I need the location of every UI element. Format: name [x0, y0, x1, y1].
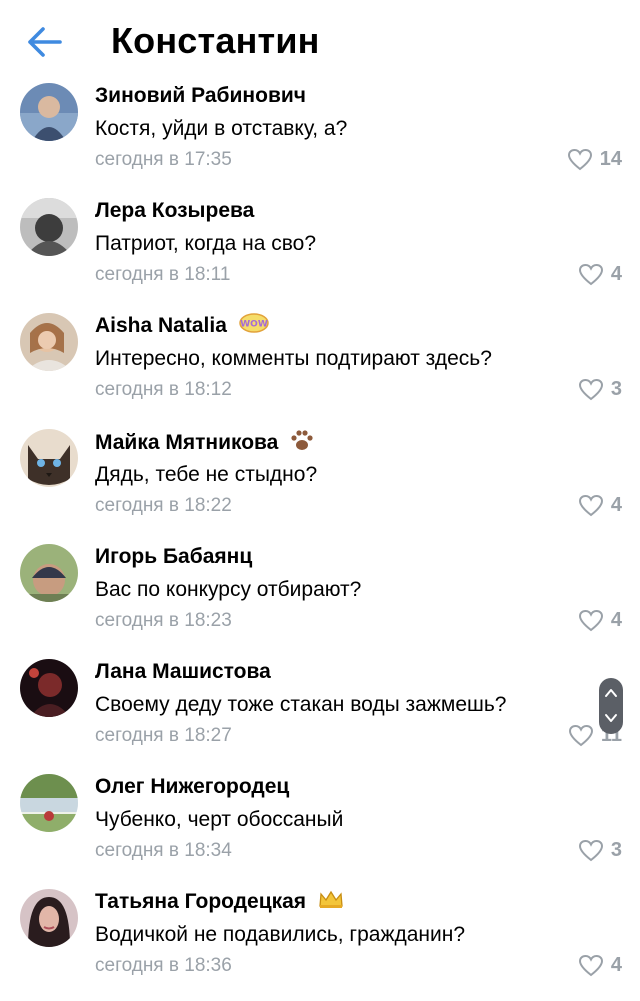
- author-name: Лера Козырева: [95, 199, 255, 222]
- author-name: Олег Нижегородец: [95, 775, 290, 798]
- comment-text: Вас по конкурсу отбирают?: [95, 578, 362, 601]
- comment-time: сегодня в 17:35: [95, 149, 232, 170]
- comment-author[interactable]: Олег Нижегородец: [95, 774, 289, 800]
- comment-time: сегодня в 18:22: [95, 495, 232, 516]
- avatar[interactable]: [20, 544, 78, 602]
- comment-item: Майка Мятникова Дядь, тебе не стыдно? се…: [0, 426, 640, 541]
- comment-time: сегодня в 18:12: [95, 379, 232, 400]
- like-button[interactable]: 4: [578, 609, 622, 632]
- like-count: 4: [610, 494, 622, 516]
- avatar[interactable]: [20, 774, 78, 832]
- heart-icon: [567, 148, 592, 170]
- avatar[interactable]: [20, 198, 78, 256]
- comment-item: Олег Нижегородец Чубенко, черт обоссаный…: [0, 771, 640, 886]
- like-count: 3: [610, 378, 622, 400]
- author-name: Игорь Бабаянц: [95, 545, 253, 568]
- comment-author[interactable]: Лана Машистова: [95, 659, 271, 685]
- like-count: 3: [610, 839, 622, 861]
- author-name: Татьяна Городецкая: [95, 890, 307, 914]
- heart-icon: [578, 263, 603, 285]
- author-name: Лана Машистова: [95, 660, 271, 683]
- chevron-down-icon[interactable]: [604, 711, 618, 725]
- chevron-up-icon[interactable]: [604, 686, 618, 700]
- author-name: Зиновий Рабинович: [95, 84, 306, 107]
- comment-text: Своему деду тоже стакан воды зажмешь?: [95, 693, 507, 716]
- comment-author[interactable]: Зиновий Рабинович: [95, 83, 306, 109]
- arrow-left-icon: [28, 27, 62, 57]
- comment-item: Лера Козырева Патриот, когда на сво? сег…: [0, 195, 640, 310]
- like-button[interactable]: 14: [567, 148, 622, 171]
- avatar[interactable]: [20, 659, 78, 717]
- comment-time: сегодня в 18:23: [95, 610, 232, 631]
- like-button[interactable]: 4: [578, 494, 622, 517]
- heart-icon: [578, 494, 603, 516]
- like-count: 4: [610, 263, 622, 285]
- comment-author[interactable]: Майка Мятникова: [95, 429, 314, 458]
- comment-author[interactable]: Aisha Natalia WOW: [95, 313, 269, 340]
- avatar[interactable]: [20, 83, 78, 141]
- avatar[interactable]: [20, 889, 78, 947]
- like-button[interactable]: 3: [578, 378, 622, 401]
- comment-author[interactable]: Игорь Бабаянц: [95, 544, 252, 570]
- author-name: Майка Мятникова: [95, 431, 279, 455]
- comment-text: Костя, уйди в отставку, а?: [95, 117, 348, 140]
- back-button[interactable]: [26, 24, 66, 60]
- heart-icon: [578, 609, 603, 631]
- author-name: Aisha Natalia: [95, 314, 227, 338]
- comment-item: Aisha Natalia WOW Интересно, комменты по…: [0, 310, 640, 425]
- heart-icon: [578, 839, 603, 861]
- comment-item: Татьяна Городецкая Водичкой не подавилис…: [0, 886, 640, 1001]
- comment-text: Чубенко, черт обоссаный: [95, 808, 344, 831]
- page-title: Константин: [111, 20, 320, 61]
- comment-time: сегодня в 18:34: [95, 840, 232, 861]
- like-button[interactable]: 3: [578, 839, 622, 862]
- comment-time: сегодня в 18:36: [95, 955, 232, 976]
- comment-author[interactable]: Татьяна Городецкая: [95, 889, 344, 916]
- svg-text:WOW: WOW: [240, 320, 268, 330]
- avatar[interactable]: [20, 313, 78, 371]
- crown-icon: [318, 889, 344, 916]
- comment-item: Лана Машистова Своему деду тоже стакан в…: [0, 656, 640, 771]
- avatar[interactable]: [20, 429, 78, 487]
- comment-author[interactable]: Лера Козырева: [95, 198, 254, 224]
- like-button[interactable]: 4: [578, 263, 622, 286]
- heart-icon: [578, 954, 603, 976]
- comment-time: сегодня в 18:27: [95, 725, 232, 746]
- scroll-control[interactable]: [599, 678, 623, 734]
- heart-icon: [568, 724, 593, 746]
- comment-time: сегодня в 18:11: [95, 264, 231, 285]
- like-count: 4: [610, 954, 622, 976]
- like-button[interactable]: 4: [578, 954, 622, 977]
- comment-text: Патриот, когда на сво?: [95, 232, 316, 255]
- comment-list: Зиновий Рабинович Костя, уйди в отставку…: [0, 0, 640, 997]
- like-count: 4: [610, 609, 622, 631]
- like-count: 14: [599, 148, 622, 170]
- comment-item: Зиновий Рабинович Костя, уйди в отставку…: [0, 80, 640, 195]
- comment-text: Интересно, комменты подтирают здесь?: [95, 347, 492, 370]
- comment-text: Дядь, тебе не стыдно?: [95, 463, 318, 486]
- header-bar: Константин: [0, 0, 640, 82]
- heart-icon: [578, 378, 603, 400]
- wow-sticker-icon: WOW: [238, 313, 269, 340]
- comment-item: Игорь Бабаянц Вас по конкурсу отбирают? …: [0, 541, 640, 656]
- paw-icon: [290, 429, 314, 458]
- comment-text: Водичкой не подавились, гражданин?: [95, 923, 466, 946]
